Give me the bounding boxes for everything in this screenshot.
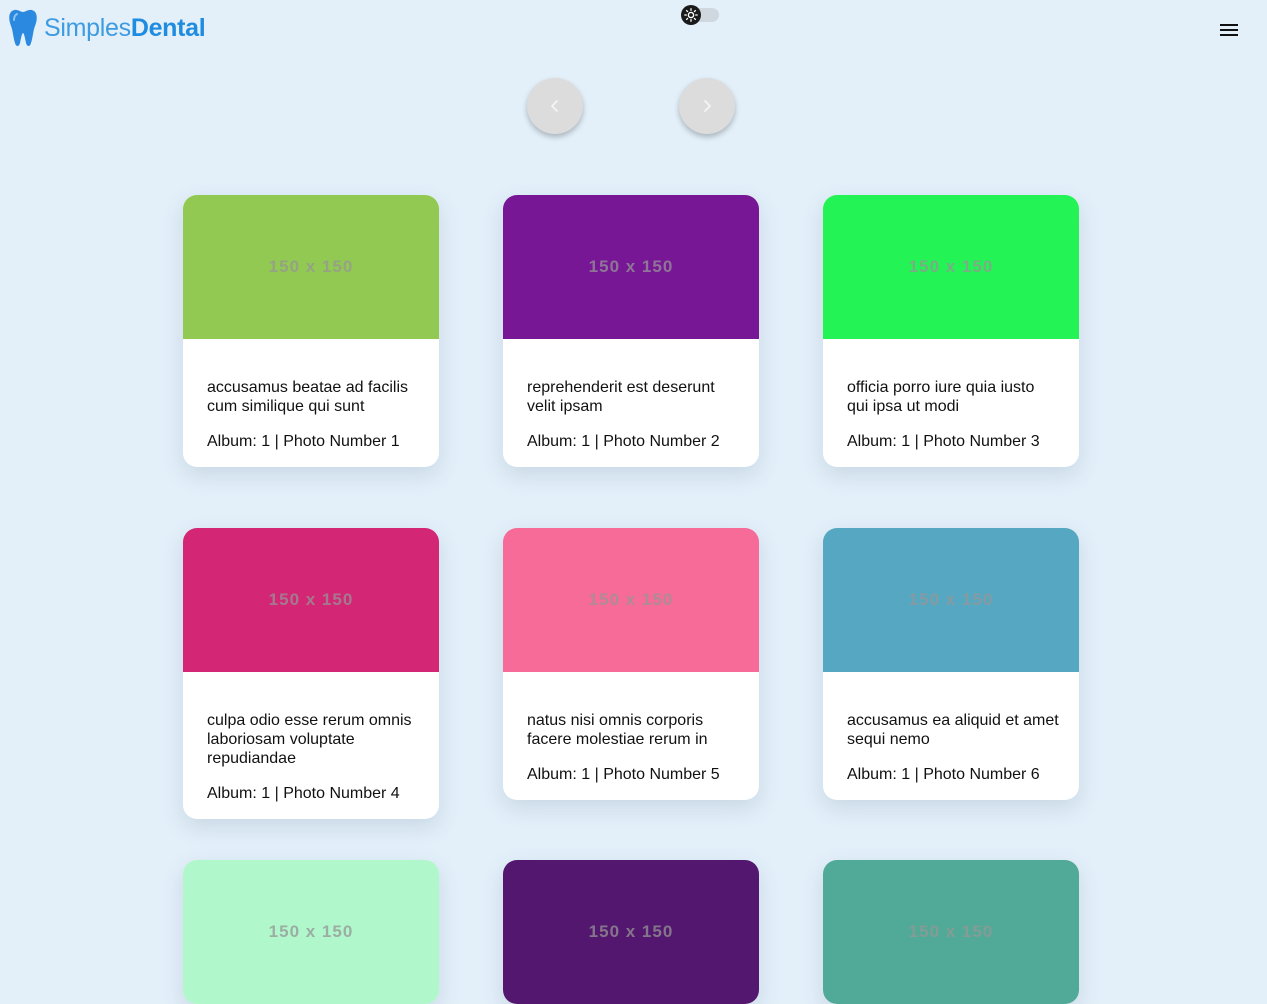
logo-text-bold: Dental [130, 13, 206, 42]
photo-meta: Album: 1 | Photo Number 2 [527, 433, 720, 450]
photo-card[interactable]: 150 x 150 accusamus ea aliquid et amet s… [823, 528, 1079, 800]
hamburger-menu-icon [1220, 24, 1238, 26]
photo-thumbnail[interactable]: 150 x 150 [823, 528, 1079, 672]
photo-thumbnail[interactable]: 150 x 150 [823, 195, 1079, 339]
photo-thumbnail[interactable]: 150 x 150 [823, 860, 1079, 1004]
photo-card[interactable]: 150 x 150 officia porro iure quia iusto … [823, 195, 1079, 467]
photo-title: reprehenderit est deserunt velit ipsam [527, 379, 715, 415]
placeholder-label: 150 x 150 [588, 590, 674, 609]
theme-toggle[interactable] [681, 5, 719, 25]
photo-meta: Album: 1 | Photo Number 5 [527, 766, 720, 783]
photo-title: natus nisi omnis corporis facere molesti… [527, 712, 708, 748]
photo-meta: Album: 1 | Photo Number 6 [847, 766, 1040, 783]
card-body: accusamus ea aliquid et amet sequi nemo … [823, 672, 1079, 800]
tooth-icon [9, 9, 37, 47]
placeholder-label: 150 x 150 [908, 257, 994, 276]
placeholder-label: 150 x 150 [268, 257, 354, 276]
photo-card[interactable]: 150 x 150 [183, 860, 439, 1004]
placeholder-label: 150 x 150 [908, 922, 994, 941]
photo-thumbnail[interactable]: 150 x 150 [183, 528, 439, 672]
logo-text: SimplesDental [44, 13, 206, 42]
photo-card[interactable]: 150 x 150 reprehenderit est deserunt vel… [503, 195, 759, 467]
photo-thumbnail[interactable]: 150 x 150 [503, 195, 759, 339]
hamburger-menu-icon-bar [1220, 34, 1238, 36]
photo-card[interactable]: 150 x 150 [503, 860, 759, 1004]
previous-page-button[interactable] [527, 78, 583, 134]
placeholder-label: 150 x 150 [268, 922, 354, 941]
hamburger-menu-icon-bar [1220, 29, 1238, 31]
card-body: officia porro iure quia iusto qui ipsa u… [823, 339, 1079, 467]
photo-card[interactable]: 150 x 150 natus nisi omnis corporis face… [503, 528, 759, 800]
chevron-right-icon [704, 100, 711, 112]
photo-title: culpa odio esse rerum omnis laboriosam v… [207, 712, 412, 767]
photo-title: accusamus ea aliquid et amet sequi nemo [847, 712, 1059, 748]
photo-thumbnail[interactable]: 150 x 150 [183, 860, 439, 1004]
card-body: culpa odio esse rerum omnis laboriosam v… [183, 672, 439, 819]
card-body: reprehenderit est deserunt velit ipsam A… [503, 339, 759, 467]
photo-thumbnail[interactable]: 150 x 150 [503, 528, 759, 672]
photo-thumbnail[interactable]: 150 x 150 [183, 195, 439, 339]
photo-title: accusamus beatae ad facilis cum similiqu… [207, 379, 408, 415]
photo-card[interactable]: 150 x 150 culpa odio esse rerum omnis la… [183, 528, 439, 819]
photo-title: officia porro iure quia iusto qui ipsa u… [847, 379, 1035, 415]
photo-meta: Album: 1 | Photo Number 1 [207, 433, 400, 450]
app-header: SimplesDental [0, 0, 1267, 60]
placeholder-label: 150 x 150 [588, 922, 674, 941]
chevron-left-icon [551, 100, 558, 112]
photo-thumbnail[interactable]: 150 x 150 [503, 860, 759, 1004]
photo-meta: Album: 1 | Photo Number 3 [847, 433, 1040, 450]
placeholder-label: 150 x 150 [588, 257, 674, 276]
simples-dental-logo[interactable]: SimplesDental [8, 9, 206, 47]
card-body: natus nisi omnis corporis facere molesti… [503, 672, 759, 800]
hamburger-menu-button[interactable] [1215, 19, 1243, 41]
card-body: accusamus beatae ad facilis cum similiqu… [183, 339, 439, 467]
sun-icon [684, 8, 698, 22]
placeholder-label: 150 x 150 [908, 590, 994, 609]
photo-card[interactable]: 150 x 150 [823, 860, 1079, 1004]
placeholder-label: 150 x 150 [268, 590, 354, 609]
toggle-knob [681, 5, 701, 25]
next-page-button[interactable] [679, 78, 735, 134]
photo-card[interactable]: 150 x 150 accusamus beatae ad facilis cu… [183, 195, 439, 467]
logo-text-light: Simples [44, 13, 131, 42]
photo-meta: Album: 1 | Photo Number 4 [207, 785, 400, 802]
